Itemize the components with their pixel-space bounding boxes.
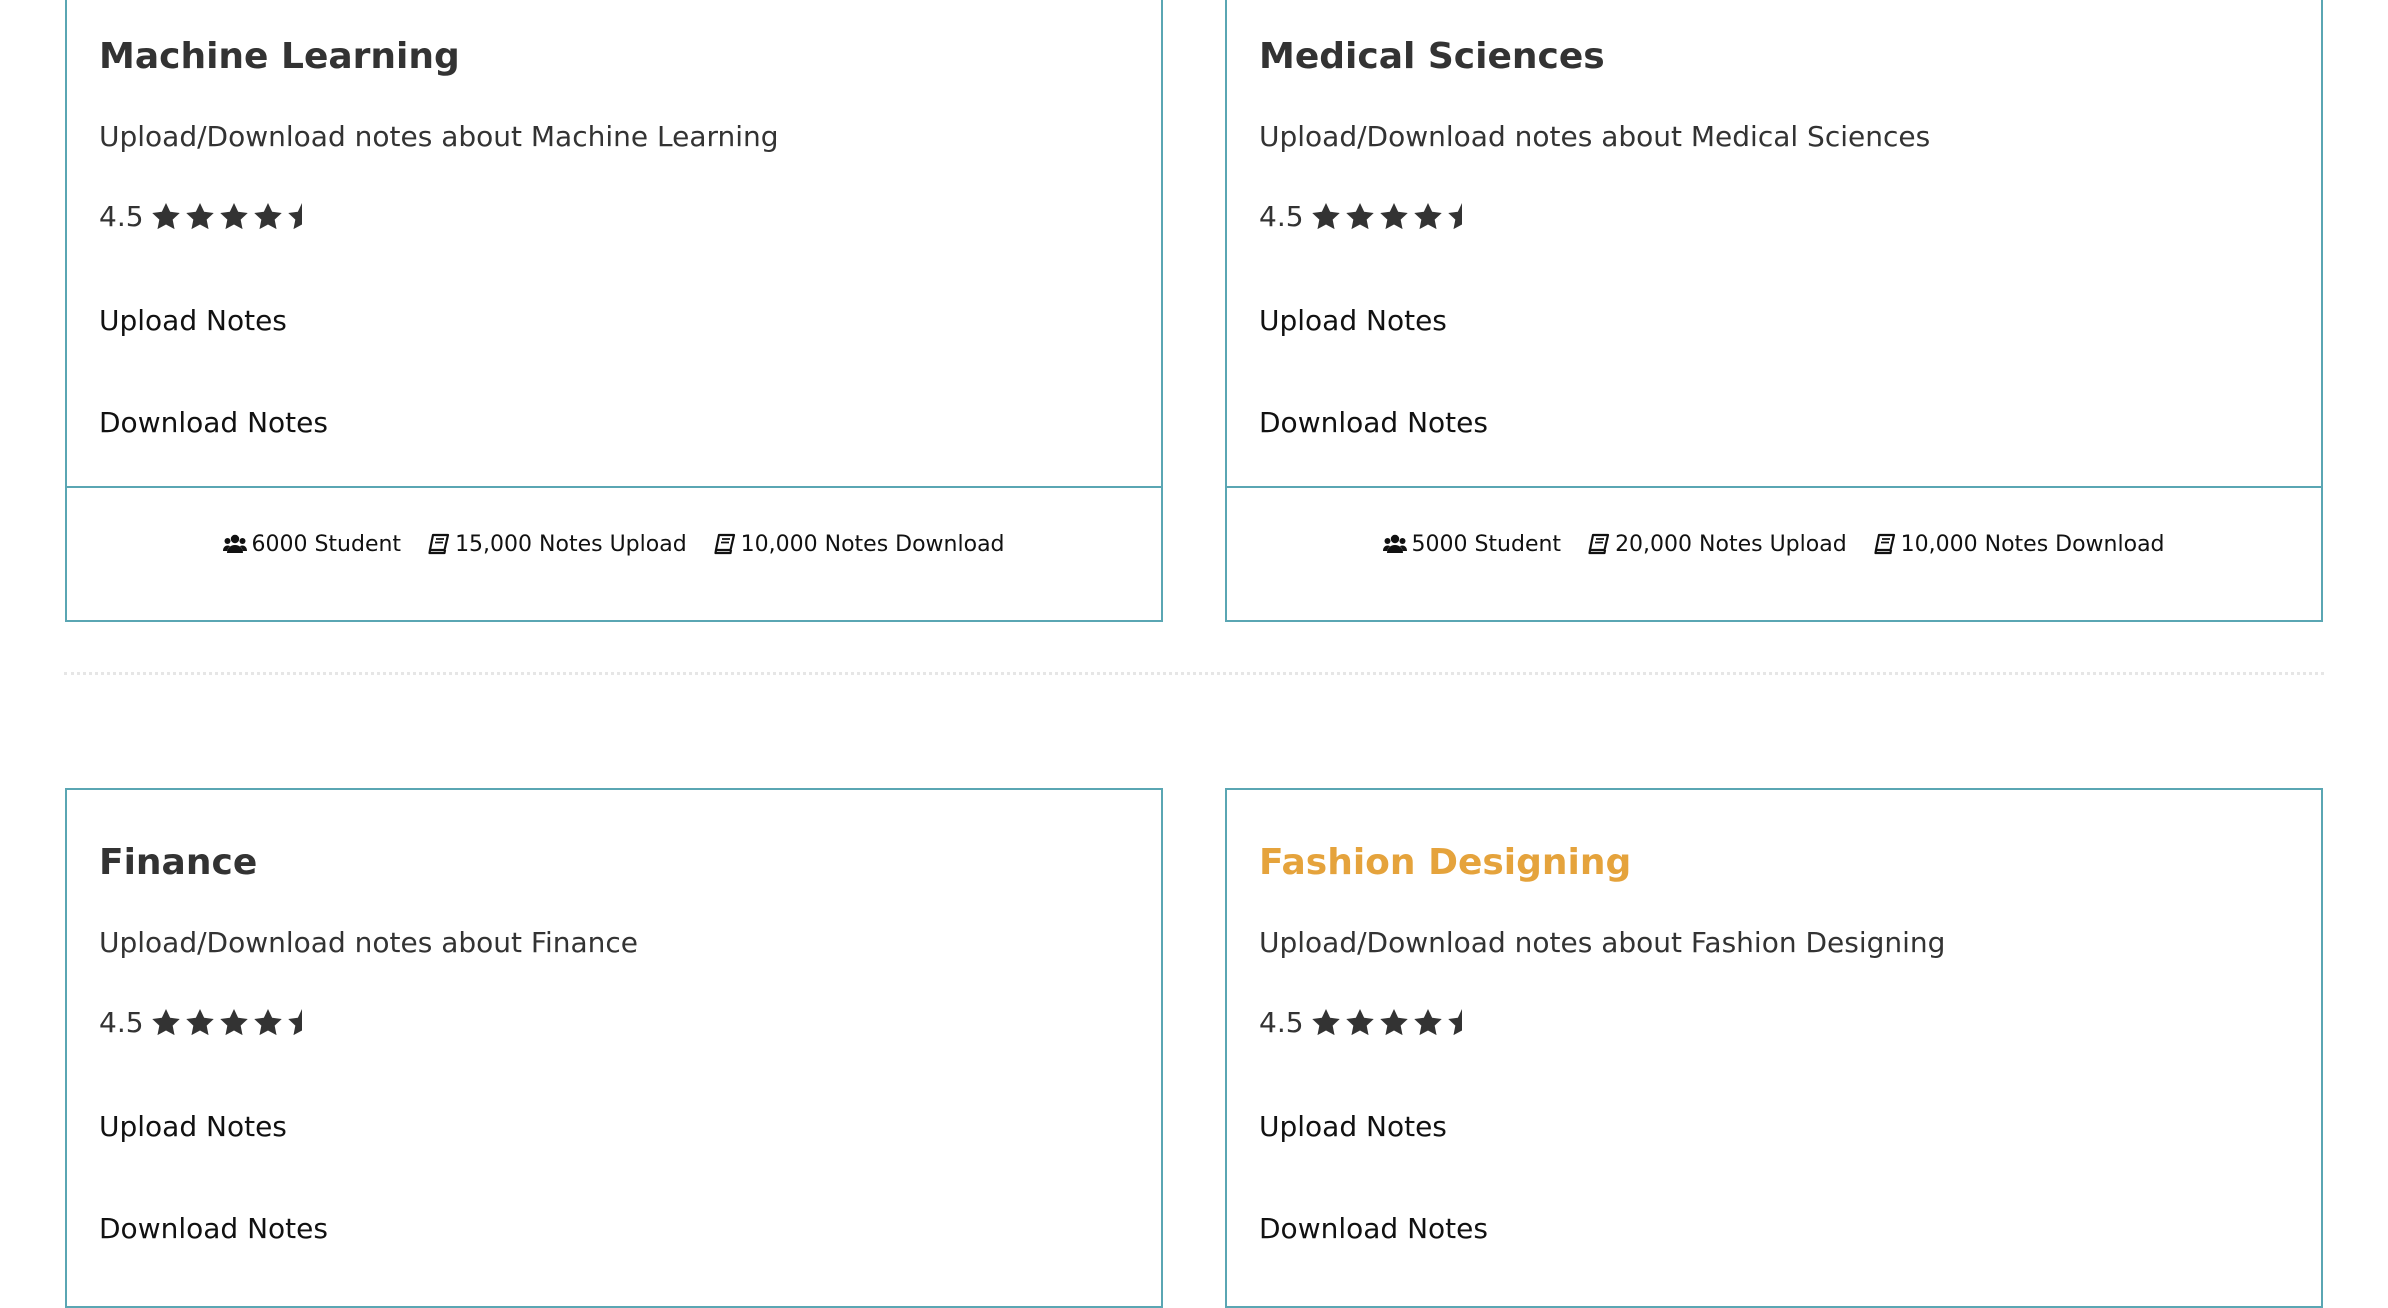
download-notes-link[interactable]: Download Notes xyxy=(99,1212,328,1245)
uploads-stat: 20,000 Notes Upload xyxy=(1587,532,1847,557)
star-rating xyxy=(150,201,320,233)
star-rating xyxy=(1310,1007,1480,1039)
card-description: Upload/Download notes about Finance xyxy=(99,926,638,959)
course-card: Finance Upload/Download notes about Fina… xyxy=(65,788,1163,1308)
star-icon xyxy=(252,1007,284,1039)
card-title[interactable]: Fashion Designing xyxy=(1259,842,1631,883)
uploads-stat: 15,000 Notes Upload xyxy=(427,532,687,557)
students-count: 5000 Student xyxy=(1411,531,1562,557)
upload-notes-link[interactable]: Upload Notes xyxy=(99,304,287,337)
half-star-icon xyxy=(1446,1007,1478,1039)
download-notes-link[interactable]: Download Notes xyxy=(99,406,328,439)
rating-value: 4.5 xyxy=(99,200,144,233)
course-card: Fashion Designing Upload/Download notes … xyxy=(1225,788,2323,1308)
star-icon xyxy=(252,201,284,233)
book-icon xyxy=(427,533,451,555)
download-notes-link[interactable]: Download Notes xyxy=(1259,1212,1488,1245)
uploads-count: 20,000 Notes Upload xyxy=(1615,531,1847,557)
star-icon xyxy=(184,201,216,233)
star-icon xyxy=(218,1007,250,1039)
book-icon xyxy=(1587,533,1611,555)
section-divider xyxy=(64,672,2324,675)
star-icon xyxy=(1344,201,1376,233)
card-footer-stats: 6000 Student 15,000 Notes Upload 10,000 … xyxy=(67,486,1161,600)
star-icon xyxy=(1412,1007,1444,1039)
star-icon xyxy=(218,201,250,233)
upload-notes-link[interactable]: Upload Notes xyxy=(1259,1110,1447,1143)
star-icon xyxy=(1378,1007,1410,1039)
students-stat: 5000 Student xyxy=(1383,532,1561,557)
users-icon xyxy=(1383,533,1408,555)
downloads-count: 10,000 Notes Download xyxy=(740,531,1005,557)
star-icon xyxy=(150,1007,182,1039)
downloads-stat: 10,000 Notes Download xyxy=(713,532,1005,557)
rating: 4.5 xyxy=(1259,200,1480,233)
card-title[interactable]: Machine Learning xyxy=(99,36,460,77)
card-footer-stats: 5000 Student 20,000 Notes Upload 10,000 … xyxy=(1227,486,2321,600)
star-icon xyxy=(1412,201,1444,233)
rating-value: 4.5 xyxy=(1259,1006,1304,1039)
course-card: Machine Learning Upload/Download notes a… xyxy=(65,0,1163,622)
users-icon xyxy=(223,533,248,555)
course-card: Medical Sciences Upload/Download notes a… xyxy=(1225,0,2323,622)
students-count: 6000 Student xyxy=(251,531,402,557)
rating: 4.5 xyxy=(99,1006,320,1039)
rating-value: 4.5 xyxy=(1259,200,1304,233)
star-icon xyxy=(1378,201,1410,233)
half-star-icon xyxy=(1446,201,1478,233)
half-star-icon xyxy=(286,201,318,233)
star-icon xyxy=(1310,201,1342,233)
rating: 4.5 xyxy=(1259,1006,1480,1039)
rating: 4.5 xyxy=(99,200,320,233)
upload-notes-link[interactable]: Upload Notes xyxy=(1259,304,1447,337)
card-title[interactable]: Medical Sciences xyxy=(1259,36,1605,77)
uploads-count: 15,000 Notes Upload xyxy=(455,531,687,557)
card-title[interactable]: Finance xyxy=(99,842,257,883)
star-rating xyxy=(150,1007,320,1039)
star-icon xyxy=(1344,1007,1376,1039)
card-description: Upload/Download notes about Fashion Desi… xyxy=(1259,926,1946,959)
book-icon xyxy=(1873,533,1897,555)
star-icon xyxy=(1310,1007,1342,1039)
star-icon xyxy=(184,1007,216,1039)
star-rating xyxy=(1310,201,1480,233)
students-stat: 6000 Student xyxy=(223,532,401,557)
star-icon xyxy=(150,201,182,233)
downloads-stat: 10,000 Notes Download xyxy=(1873,532,2165,557)
upload-notes-link[interactable]: Upload Notes xyxy=(99,1110,287,1143)
rating-value: 4.5 xyxy=(99,1006,144,1039)
half-star-icon xyxy=(286,1007,318,1039)
card-description: Upload/Download notes about Machine Lear… xyxy=(99,120,779,153)
card-description: Upload/Download notes about Medical Scie… xyxy=(1259,120,1931,153)
book-icon xyxy=(713,533,737,555)
downloads-count: 10,000 Notes Download xyxy=(1900,531,2165,557)
download-notes-link[interactable]: Download Notes xyxy=(1259,406,1488,439)
